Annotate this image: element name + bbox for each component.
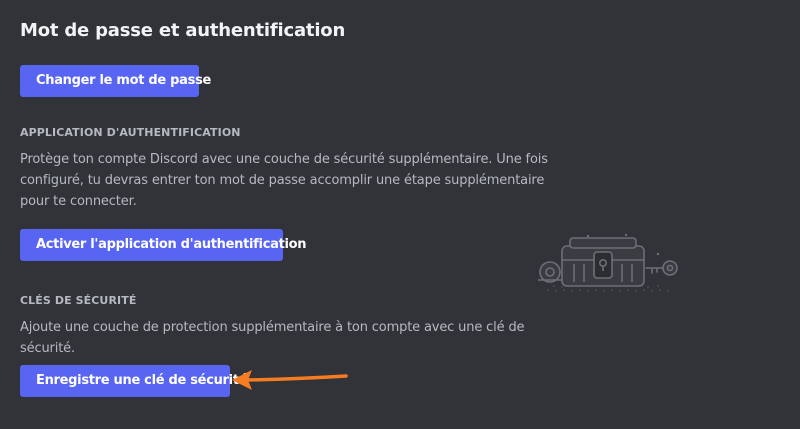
auth-app-description-line: Protège ton compte Discord avec une couc… [20,152,548,167]
auth-app-description-line: pour te connecter. [20,194,137,209]
vault-key-illustration [538,233,678,292]
auth-app-heading: APPLICATION D'AUTHENTIFICATION [20,126,241,139]
arrow-left-icon [232,370,348,390]
auth-app-description-line: configuré, tu devras entrer ton mot de p… [20,173,545,188]
security-keys-description-line: Ajoute une couche de protection suppléme… [20,320,525,335]
security-keys-heading: CLÉS DE SÉCURITÉ [20,294,137,307]
register-security-key-button[interactable]: Enregistre une clé de sécurité [20,365,248,397]
page-title: Mot de passe et authentification [20,20,346,41]
enable-auth-app-button[interactable]: Activer l'application d'authentification [20,229,307,261]
security-keys-description: Ajoute une couche de protection suppléme… [20,317,525,359]
settings-page: Mot de passe et authentification Changer… [0,0,800,429]
change-password-button[interactable]: Changer le mot de passe [20,65,211,97]
security-keys-description-line: sécurité. [20,341,75,356]
auth-app-description: Protège ton compte Discord avec une couc… [20,149,548,212]
